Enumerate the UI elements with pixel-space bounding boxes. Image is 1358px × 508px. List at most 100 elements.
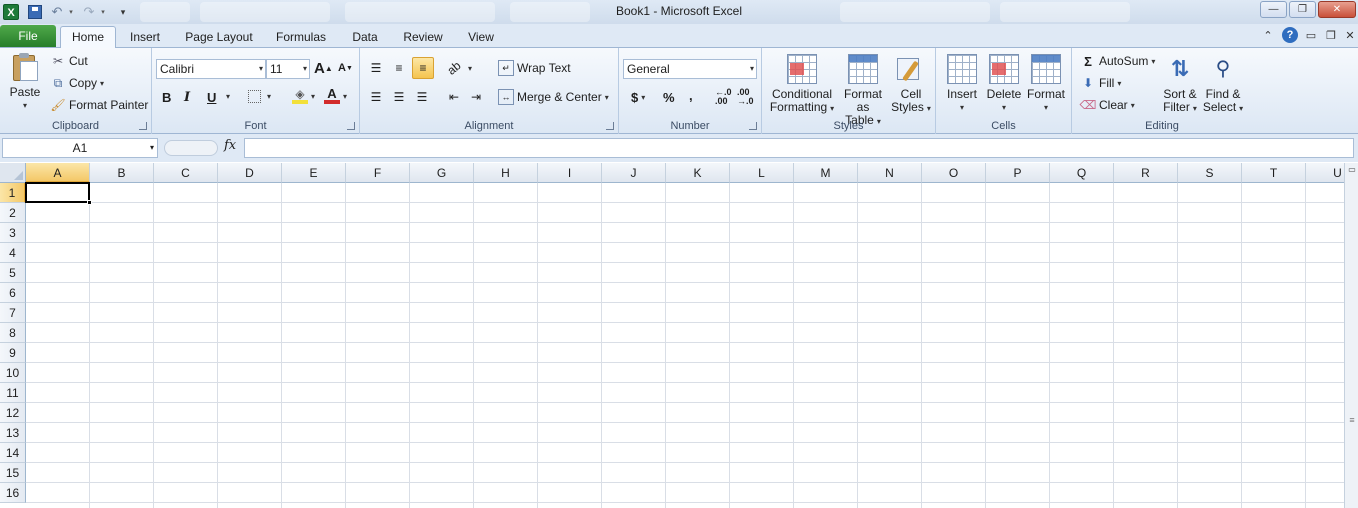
cell-styles-button[interactable]: Cell Styles ▾ — [890, 54, 932, 115]
align-center-button[interactable]: ☰ — [391, 89, 410, 105]
grow-font-button[interactable]: A ▲ — [314, 60, 333, 77]
percent-style-button[interactable]: % — [663, 90, 675, 105]
font-size-combobox[interactable]: 11 ▾ — [266, 59, 310, 79]
tab-home[interactable]: Home — [60, 26, 116, 48]
paste-dropdown-icon[interactable]: ▾ — [6, 99, 44, 112]
row-header[interactable]: 4 — [0, 243, 26, 263]
name-box[interactable]: A1 ▾ — [2, 138, 158, 158]
scroll-split-handle[interactable]: ▭ — [1346, 163, 1358, 177]
delete-cells-dropdown-icon[interactable]: ▾ — [984, 101, 1024, 114]
name-box-dropdown-icon[interactable]: ▾ — [150, 139, 154, 157]
close-button[interactable]: ✕ — [1318, 1, 1356, 18]
wrap-text-button[interactable]: ↵ Wrap Text — [498, 60, 571, 76]
clear-dropdown-icon[interactable]: ▾ — [1131, 101, 1135, 110]
orientation-button[interactable]: ab ▾ — [444, 58, 472, 77]
column-header[interactable]: B — [90, 163, 154, 183]
column-header[interactable]: I — [538, 163, 602, 183]
accounting-dropdown-icon[interactable]: ▾ — [641, 93, 645, 102]
find-select-button[interactable]: ⚲ Find & Select ▾ — [1202, 54, 1244, 115]
help-icon[interactable]: ? — [1282, 27, 1298, 43]
conditional-formatting-button[interactable]: Conditional Formatting ▾ — [766, 54, 838, 115]
decrease-indent-button[interactable]: ⇤ — [446, 89, 465, 105]
copy-button[interactable]: ⧉ Copy ▾ — [50, 74, 104, 92]
select-all-button[interactable] — [0, 163, 26, 183]
column-header[interactable]: E — [282, 163, 346, 183]
row-header[interactable]: 11 — [0, 383, 26, 403]
row-header[interactable]: 1 — [0, 183, 26, 203]
format-as-table-button[interactable]: Format as Table ▾ — [838, 54, 888, 128]
font-name-combobox[interactable]: Calibri ▾ — [156, 59, 266, 79]
cut-button[interactable]: ✂ Cut — [50, 52, 88, 70]
tab-file[interactable]: File — [0, 25, 56, 47]
bottom-align-button[interactable]: ≡ — [412, 57, 434, 79]
workbook-close-icon[interactable]: ✕ — [1342, 27, 1358, 43]
orientation-dropdown-icon[interactable]: ▾ — [468, 64, 472, 73]
shrink-font-button[interactable]: A ▼ — [338, 62, 353, 74]
middle-align-button[interactable]: ≡ — [391, 60, 410, 76]
paste-button[interactable]: Paste ▾ — [6, 52, 44, 112]
find-select-dropdown-icon[interactable]: ▾ — [1239, 104, 1243, 113]
alignment-dialog-launcher[interactable] — [606, 122, 614, 130]
underline-button[interactable]: U — [207, 90, 216, 105]
row-header[interactable]: 8 — [0, 323, 26, 343]
tab-insert[interactable]: Insert — [122, 27, 168, 48]
column-header[interactable]: O — [922, 163, 986, 183]
tab-view[interactable]: View — [460, 27, 502, 48]
formula-input[interactable] — [244, 138, 1354, 158]
cell-grid[interactable] — [26, 183, 1344, 508]
column-header[interactable]: R — [1114, 163, 1178, 183]
column-header[interactable]: M — [794, 163, 858, 183]
fill-color-dropdown-icon[interactable]: ▾ — [311, 92, 315, 101]
insert-cells-dropdown-icon[interactable]: ▾ — [942, 101, 982, 114]
top-align-button[interactable]: ☰ — [368, 60, 387, 76]
font-size-dropdown-icon[interactable]: ▾ — [303, 60, 307, 78]
align-right-button[interactable]: ☰ — [414, 89, 433, 105]
workbook-minimize-icon[interactable]: ▭ — [1303, 27, 1319, 43]
font-color-dropdown-icon[interactable]: ▾ — [343, 92, 347, 101]
merge-center-dropdown-icon[interactable]: ▾ — [605, 93, 609, 102]
autosum-button[interactable]: Σ AutoSum ▾ — [1080, 52, 1155, 70]
copy-dropdown-icon[interactable]: ▾ — [100, 79, 104, 88]
cell-styles-dropdown-icon[interactable]: ▾ — [927, 104, 931, 113]
row-header[interactable]: 3 — [0, 223, 26, 243]
borders-dropdown-icon[interactable]: ▾ — [267, 92, 271, 101]
column-header[interactable]: F — [346, 163, 410, 183]
minimize-button[interactable]: — — [1260, 1, 1287, 18]
bold-button[interactable]: B — [162, 90, 171, 105]
fill-color-button[interactable]: ◈ ▾ — [292, 88, 315, 104]
accounting-format-button[interactable]: $ ▾ — [631, 90, 645, 105]
row-header[interactable]: 7 — [0, 303, 26, 323]
column-header[interactable]: K — [666, 163, 730, 183]
font-name-dropdown-icon[interactable]: ▾ — [259, 60, 263, 78]
column-header[interactable]: N — [858, 163, 922, 183]
align-left-button[interactable]: ☰ — [368, 89, 387, 105]
increase-decimal-button[interactable]: ←.0 .00 — [715, 88, 732, 106]
sort-filter-dropdown-icon[interactable]: ▾ — [1193, 104, 1197, 113]
fill-dropdown-icon[interactable]: ▾ — [1117, 79, 1121, 88]
row-header[interactable]: 6 — [0, 283, 26, 303]
format-cells-dropdown-icon[interactable]: ▾ — [1026, 101, 1066, 114]
autosum-dropdown-icon[interactable]: ▾ — [1151, 57, 1155, 66]
insert-function-button[interactable]: fx — [224, 138, 236, 153]
vertical-scrollbar[interactable]: ▭ ≡ — [1344, 163, 1358, 508]
column-header[interactable]: G — [410, 163, 474, 183]
column-header[interactable]: C — [154, 163, 218, 183]
row-header[interactable]: 14 — [0, 443, 26, 463]
column-header[interactable]: T — [1242, 163, 1306, 183]
tab-formulas[interactable]: Formulas — [268, 27, 334, 48]
tab-data[interactable]: Data — [344, 27, 386, 48]
tab-review[interactable]: Review — [396, 27, 450, 48]
row-header[interactable]: 9 — [0, 343, 26, 363]
workbook-restore-icon[interactable]: ❐ — [1323, 27, 1339, 43]
row-header[interactable]: 2 — [0, 203, 26, 223]
sort-filter-button[interactable]: ⇅ Sort & Filter ▾ — [1160, 54, 1200, 115]
number-dialog-launcher[interactable] — [749, 122, 757, 130]
row-header[interactable]: 15 — [0, 463, 26, 483]
italic-button[interactable]: I — [184, 90, 190, 105]
column-header[interactable]: P — [986, 163, 1050, 183]
tab-page-layout[interactable]: Page Layout — [180, 27, 258, 48]
column-header[interactable]: J — [602, 163, 666, 183]
clipboard-dialog-launcher[interactable] — [139, 122, 147, 130]
font-color-button[interactable]: A ▾ — [324, 87, 347, 104]
format-cells-button[interactable]: Format ▾ — [1026, 54, 1066, 114]
